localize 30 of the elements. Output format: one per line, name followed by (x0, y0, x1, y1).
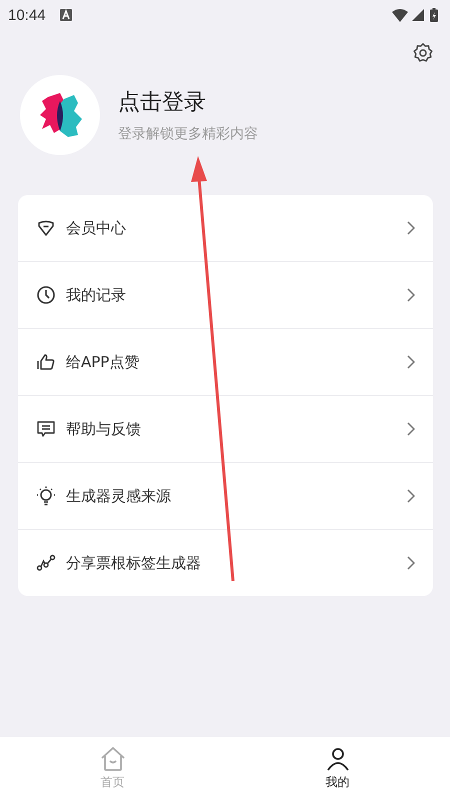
chevron-right-icon (407, 489, 415, 503)
diamond-icon (36, 218, 56, 238)
menu-item[interactable]: 我的记录 (18, 261, 433, 328)
login-subtitle: 登录解锁更多精彩内容 (118, 125, 258, 143)
thumbs-up-icon (36, 352, 56, 372)
share-nodes-icon (36, 553, 56, 573)
menu-item[interactable]: 给APP点赞 (18, 328, 433, 395)
house-icon (100, 746, 126, 772)
battery-icon (430, 8, 438, 22)
person-icon (324, 746, 350, 772)
notification-icon (60, 9, 72, 21)
signal-icon (412, 9, 424, 21)
tab-bar-item[interactable]: 我的 (225, 737, 450, 800)
app-logo[interactable] (20, 75, 100, 155)
wifi-icon (392, 8, 408, 22)
lightbulb-icon (36, 486, 56, 506)
message-icon (36, 419, 56, 439)
login-title[interactable]: 点击登录 (118, 87, 258, 117)
chevron-right-icon (407, 221, 415, 235)
chevron-right-icon (407, 355, 415, 369)
menu-item[interactable]: 生成器灵感来源 (18, 462, 433, 529)
menu-item[interactable]: 会员中心 (18, 195, 433, 261)
menu-item[interactable]: 帮助与反馈 (18, 395, 433, 462)
settings-icon[interactable] (412, 42, 434, 64)
menu-item[interactable]: 分享票根标签生成器 (18, 529, 433, 596)
clock-icon (36, 285, 56, 305)
chevron-right-icon (407, 556, 415, 570)
status-time: 10:44 (8, 6, 46, 24)
chevron-right-icon (407, 288, 415, 302)
chevron-right-icon (407, 422, 415, 436)
